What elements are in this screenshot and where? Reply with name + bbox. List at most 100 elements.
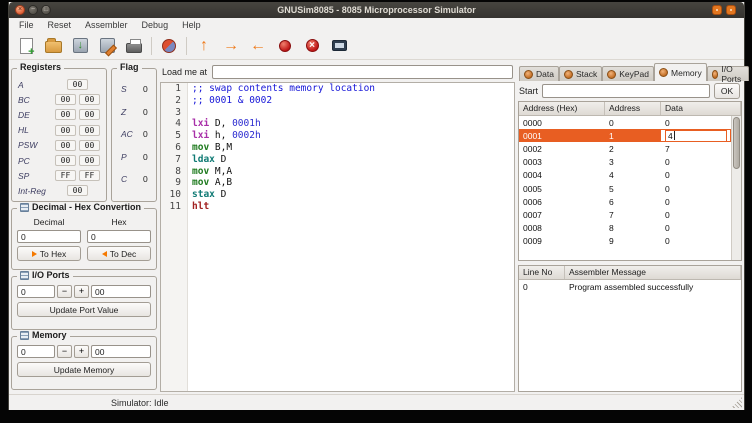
menu-item-help[interactable]: Help (175, 19, 208, 31)
memory-table-scrollbar-thumb[interactable] (733, 117, 740, 169)
save-as-button[interactable] (94, 34, 120, 58)
window-minimize-button[interactable]: − (28, 5, 38, 15)
new-file-button[interactable] (13, 34, 39, 58)
update-memory-button[interactable]: Update Memory (17, 362, 151, 377)
resize-grip[interactable] (731, 397, 742, 408)
register-value[interactable]: 00 (67, 79, 88, 90)
port-value-input[interactable]: 00 (91, 285, 151, 298)
to-dec-button[interactable]: To Dec (87, 246, 151, 261)
register-value[interactable]: 00 (79, 140, 100, 151)
simulator-status-text: Simulator: Idle (111, 398, 169, 408)
tray-icon-1[interactable] (712, 5, 722, 15)
menu-item-file[interactable]: File (12, 19, 41, 31)
window-controls: × − □ (15, 5, 51, 15)
tab-i-o-ports[interactable]: I/O Ports (707, 66, 749, 81)
tab-keypad[interactable]: KeyPad (602, 66, 654, 81)
code-editor[interactable]: 1;; swap contents memory location2;; 000… (160, 82, 515, 392)
port-decrement-button[interactable]: − (57, 285, 72, 298)
tab-memory[interactable]: Memory (654, 63, 707, 81)
run-button[interactable] (191, 34, 217, 58)
code-line: 10stax D (161, 189, 514, 201)
memory-row[interactable]: 000770 (519, 208, 731, 221)
port-increment-button[interactable]: + (74, 285, 89, 298)
memory-row[interactable]: 000114 (519, 129, 731, 142)
step-back-button[interactable] (245, 34, 271, 58)
print-button[interactable] (121, 34, 147, 58)
tab-stack[interactable]: Stack (559, 66, 602, 81)
left-arrow-icon (250, 36, 266, 56)
memory-row[interactable]: 000227 (519, 142, 731, 155)
assemble-button[interactable] (156, 34, 182, 58)
menu-item-assembler[interactable]: Assembler (78, 19, 135, 31)
show-keypad-button[interactable] (326, 34, 352, 58)
memory-row[interactable]: 000990 (519, 235, 731, 248)
save-file-button[interactable] (67, 34, 93, 58)
tab-label: Stack (576, 69, 597, 79)
to-hex-button[interactable]: To Hex (17, 246, 81, 261)
memory-table-scrollbar[interactable] (731, 116, 741, 260)
register-value[interactable]: 00 (79, 125, 100, 136)
memory-data-edit-input[interactable]: 4 (665, 130, 727, 142)
menu-item-reset[interactable]: Reset (41, 19, 79, 31)
menu-item-debug[interactable]: Debug (135, 19, 176, 31)
header-address[interactable]: Address (605, 102, 661, 115)
memory-cell-address: 4 (605, 169, 661, 182)
header-data[interactable]: Data (661, 102, 741, 115)
memory-increment-button[interactable]: + (74, 345, 89, 358)
memory-address-input[interactable]: 0 (17, 345, 55, 358)
window-close-button[interactable]: × (15, 5, 25, 15)
register-value[interactable]: 00 (79, 94, 100, 105)
flag-frame-label: Flag (117, 62, 142, 72)
register-value[interactable]: 00 (67, 185, 88, 196)
hex-input[interactable]: 0 (87, 230, 151, 243)
memory-value-input[interactable]: 00 (91, 345, 151, 358)
memory-row[interactable]: 000000 (519, 116, 731, 129)
memory-row[interactable]: 000330 (519, 156, 731, 169)
header-address-hex[interactable]: Address (Hex) (519, 102, 605, 115)
register-value[interactable]: 00 (55, 125, 76, 136)
memory-cell-data: 0 (661, 195, 731, 208)
register-value[interactable]: FF (79, 170, 100, 181)
flag-value: 0 (143, 152, 148, 162)
update-memory-label: Update Memory (54, 365, 114, 375)
register-value[interactable]: FF (55, 170, 76, 181)
start-address-input[interactable] (542, 84, 710, 98)
memory-row[interactable]: 000660 (519, 195, 731, 208)
register-value[interactable]: 00 (79, 155, 100, 166)
main-content: Registers A00BC0000DE0000HL0000PSW0000PC… (9, 60, 744, 394)
header-assembler-message[interactable]: Assembler Message (565, 266, 741, 279)
open-file-button[interactable] (40, 34, 66, 58)
tray-icon-2[interactable] (726, 5, 736, 15)
load-me-at-input[interactable] (212, 65, 513, 79)
memory-cell-data: 4 (661, 129, 731, 142)
memory-tab-icon (659, 68, 668, 77)
step-forward-button[interactable] (218, 34, 244, 58)
memory-cell-address: 2 (605, 142, 661, 155)
memory-decrement-button[interactable]: − (57, 345, 72, 358)
tab-data[interactable]: Data (519, 66, 559, 81)
register-value[interactable]: 00 (55, 155, 76, 166)
register-value[interactable]: 00 (55, 109, 76, 120)
port-address-input[interactable]: 0 (17, 285, 55, 298)
window-maximize-button[interactable]: □ (41, 5, 51, 15)
toolbar (9, 32, 744, 60)
clear-breakpoints-button[interactable] (299, 34, 325, 58)
register-value[interactable]: 00 (55, 94, 76, 105)
register-value[interactable]: 00 (55, 140, 76, 151)
header-line-no[interactable]: Line No (519, 266, 565, 279)
decimal-input[interactable]: 0 (17, 230, 81, 243)
editor-panel: Load me at 1;; swap contents memory loca… (160, 62, 515, 392)
register-value[interactable]: 00 (79, 109, 100, 120)
toggle-breakpoint-button[interactable] (272, 34, 298, 58)
memory-row[interactable]: 000440 (519, 169, 731, 182)
memory-tool-row: 0 − + 00 (17, 345, 151, 358)
code-segment: mov (192, 142, 209, 153)
memory-row[interactable]: 000880 (519, 222, 731, 235)
assembler-message-row[interactable]: 0Program assembled successfully (519, 280, 741, 293)
code-text: lxi h, 0002h (187, 130, 261, 142)
ok-button[interactable]: OK (714, 83, 740, 99)
register-values: 00 (53, 79, 102, 90)
memory-row[interactable]: 000550 (519, 182, 731, 195)
update-port-value-button[interactable]: Update Port Value (17, 302, 151, 317)
decimal-label: Decimal (17, 217, 81, 227)
